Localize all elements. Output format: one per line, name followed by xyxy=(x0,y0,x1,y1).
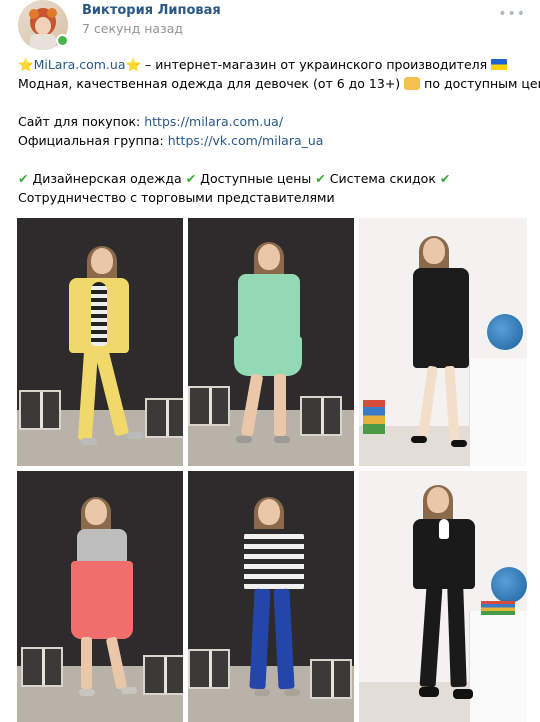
photo-6[interactable] xyxy=(359,471,527,722)
feature-1: Дизайнерская одежда xyxy=(32,171,182,186)
feature-3: Система скидок xyxy=(329,171,436,186)
photo-grid xyxy=(17,218,527,722)
feature-2: Доступные цены xyxy=(200,171,312,186)
group-line: Официальная группа: https://vk.com/milar… xyxy=(18,131,528,150)
post-text: ⭐MiLara.com.ua⭐ – интернет-магазин от ук… xyxy=(18,55,540,207)
post-line-2-text: Модная, качественная одежда для девочек … xyxy=(18,76,405,91)
online-indicator xyxy=(56,34,69,47)
check-icon: ✔ xyxy=(185,171,197,186)
post-line-1: ⭐MiLara.com.ua⭐ – интернет-магазин от ук… xyxy=(18,55,528,74)
photo-4[interactable] xyxy=(17,471,183,722)
check-icon: ✔ xyxy=(18,171,29,186)
girls-emoji-icon xyxy=(404,77,421,90)
check-icon: ✔ xyxy=(315,171,326,186)
photo-1[interactable] xyxy=(17,218,183,466)
check-icon: ✔ xyxy=(439,171,451,186)
shop-link[interactable]: https://milara.com.ua/ xyxy=(144,114,283,129)
features-line: ✔ Дизайнерская одежда ✔ Доступные цены ✔… xyxy=(18,169,528,188)
photo-3[interactable] xyxy=(359,218,527,466)
post-time[interactable]: 7 секунд назад xyxy=(82,21,183,36)
shop-line: Сайт для покупок: https://milara.com.ua/ xyxy=(18,112,528,131)
post-line-2: Модная, качественная одежда для девочек … xyxy=(18,74,540,93)
author-name[interactable]: Виктория Липовая xyxy=(82,3,221,18)
brand-link[interactable]: MiLara.com.ua xyxy=(34,57,126,72)
wall-post: Виктория Липовая 7 секунд назад ••• ⭐MiL… xyxy=(0,0,540,722)
star-icon: ⭐ xyxy=(125,57,142,72)
ukraine-flag-icon xyxy=(491,59,508,70)
cooperation-line: Сотрудничество с торговыми представителя… xyxy=(18,190,335,205)
group-label: Официальная группа: xyxy=(18,133,168,148)
post-line-2-end: по доступным ценам xyxy=(424,76,540,91)
shop-label: Сайт для покупок: xyxy=(18,114,145,129)
group-link[interactable]: https://vk.com/milara_ua xyxy=(168,133,324,148)
more-options-icon[interactable]: ••• xyxy=(498,6,526,22)
photo-5[interactable] xyxy=(188,471,354,722)
post-line-1-text: – интернет-магазин от украинского произв… xyxy=(141,57,492,72)
star-icon: ⭐ xyxy=(18,57,34,72)
photo-2[interactable] xyxy=(188,218,354,466)
